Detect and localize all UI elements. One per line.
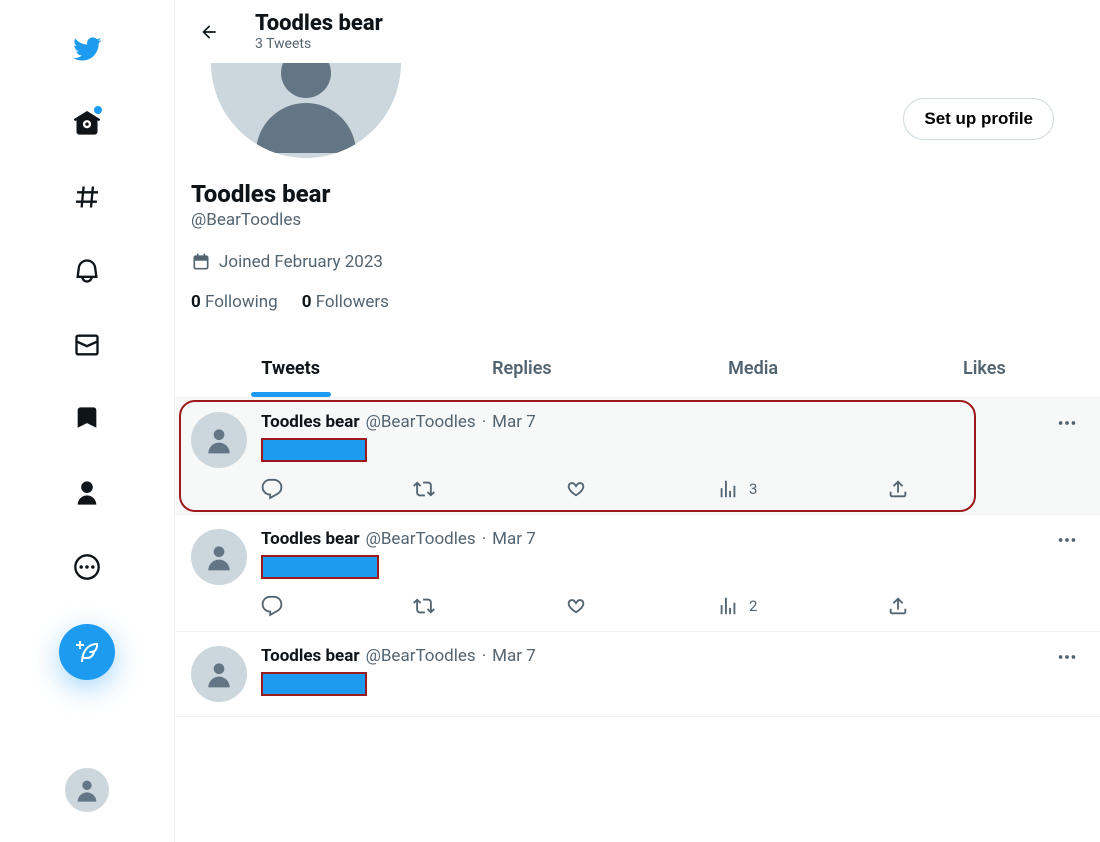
tweet-more-button[interactable] — [1056, 529, 1078, 555]
profile-handle: @BearToodles — [191, 210, 1084, 230]
views-count: 3 — [749, 480, 757, 498]
following-label: Following — [205, 292, 278, 312]
tweet-author-handle: @BearToodles — [366, 529, 476, 549]
messages-icon[interactable] — [62, 320, 112, 370]
reply-button[interactable] — [261, 595, 283, 617]
tweet-date: Mar 7 — [492, 646, 536, 666]
views-button[interactable]: 3 — [717, 478, 757, 500]
compose-button[interactable] — [59, 624, 115, 680]
setup-profile-button[interactable]: Set up profile — [903, 98, 1054, 140]
tweet-date: Mar 7 — [492, 412, 536, 432]
account-avatar[interactable] — [65, 768, 109, 812]
tab-likes[interactable]: Likes — [869, 340, 1100, 397]
tweet[interactable]: Toodles bear @BearToodles · Mar 7 2 — [175, 515, 1100, 632]
tweet-author-handle: @BearToodles — [366, 412, 476, 432]
joined-text: Joined February 2023 — [219, 252, 383, 272]
retweet-button[interactable] — [413, 595, 435, 617]
back-button[interactable] — [191, 14, 227, 50]
joined-date: Joined February 2023 — [191, 252, 1084, 272]
tab-media[interactable]: Media — [638, 340, 869, 397]
tweet-author-name: Toodles bear — [261, 646, 360, 666]
profile-name: Toodles bear — [191, 180, 1084, 208]
tweet-more-button[interactable] — [1056, 412, 1078, 438]
calendar-icon — [191, 252, 211, 272]
retweet-button[interactable] — [413, 478, 435, 500]
header-title: Toodles bear — [255, 11, 383, 36]
views-button[interactable]: 2 — [717, 595, 757, 617]
tweet[interactable]: Toodles bear @BearToodles · Mar 7 3 — [175, 398, 1100, 515]
redacted-content — [261, 672, 367, 696]
tab-tweets[interactable]: Tweets — [175, 340, 406, 397]
followers-count: 0 — [302, 292, 312, 312]
main-content: Toodles bear 3 Tweets Set up profile Too… — [175, 0, 1100, 842]
bookmarks-icon[interactable] — [62, 394, 112, 444]
tweet-author-name: Toodles bear — [261, 412, 360, 432]
like-button[interactable] — [565, 595, 587, 617]
more-icon[interactable] — [62, 542, 112, 592]
redacted-content — [261, 438, 367, 462]
followers-link[interactable]: 0 Followers — [302, 292, 389, 312]
profile-tabs: Tweets Replies Media Likes — [175, 340, 1100, 398]
tweet-author-name: Toodles bear — [261, 529, 360, 549]
tweet[interactable]: Toodles bear @BearToodles · Mar 7 — [175, 632, 1100, 717]
share-button[interactable] — [887, 478, 909, 500]
header-bar: Toodles bear 3 Tweets — [175, 0, 1100, 63]
notifications-icon[interactable] — [62, 246, 112, 296]
twitter-logo-icon[interactable] — [62, 24, 112, 74]
profile-icon[interactable] — [62, 468, 112, 518]
redacted-content — [261, 555, 379, 579]
tab-replies[interactable]: Replies — [406, 340, 637, 397]
sidebar — [0, 0, 175, 842]
notification-dot — [94, 106, 102, 114]
tweet-avatar[interactable] — [191, 646, 247, 702]
home-icon[interactable] — [62, 98, 112, 148]
reply-button[interactable] — [261, 478, 283, 500]
followers-label: Followers — [316, 292, 389, 312]
tweet-date: Mar 7 — [492, 529, 536, 549]
like-button[interactable] — [565, 478, 587, 500]
following-link[interactable]: 0 Following — [191, 292, 278, 312]
tweet-avatar[interactable] — [191, 529, 247, 585]
tweet-avatar[interactable] — [191, 412, 247, 468]
header-subtitle: 3 Tweets — [255, 36, 383, 52]
tweet-author-handle: @BearToodles — [366, 646, 476, 666]
views-count: 2 — [749, 597, 757, 615]
share-button[interactable] — [887, 595, 909, 617]
explore-icon[interactable] — [62, 172, 112, 222]
following-count: 0 — [191, 292, 201, 312]
tweet-more-button[interactable] — [1056, 646, 1078, 672]
